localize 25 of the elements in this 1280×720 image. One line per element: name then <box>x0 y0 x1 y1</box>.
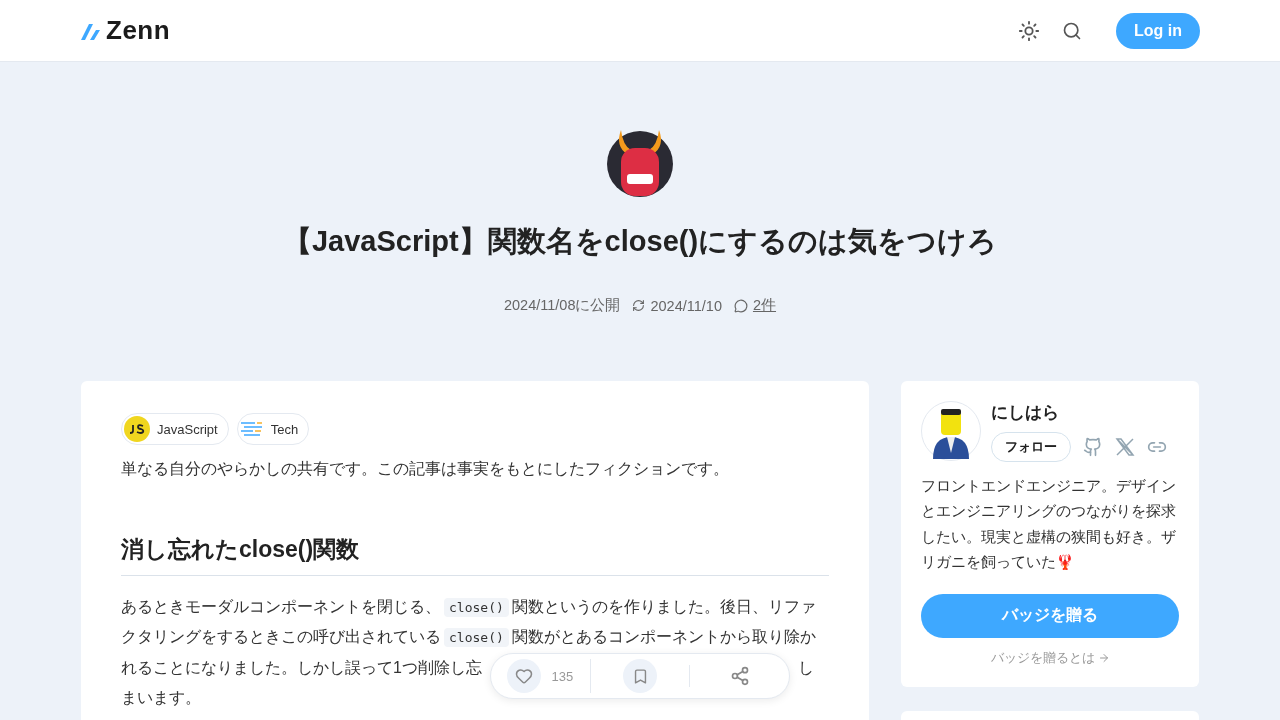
tech-icon <box>239 421 264 437</box>
arrow-right-icon <box>1097 652 1110 664</box>
search-button[interactable] <box>1062 20 1082 41</box>
js-icon <box>124 416 150 442</box>
published-date: 2024/11/08に公開 <box>503 296 621 315</box>
like-count: 135 <box>551 668 574 684</box>
comment-icon <box>733 298 748 313</box>
article-title: 【JavaScript】関数名をclose()にするのは気をつけろ <box>282 224 998 259</box>
bookmark-button[interactable] <box>623 659 657 693</box>
intro-text: 単なる自分のやらかしの共有です。この記事は事実をもとにしたフィクションです。 <box>121 459 730 479</box>
github-icon[interactable] <box>1083 437 1103 457</box>
updated-icon <box>632 299 646 312</box>
badge-info-link[interactable]: バッジを贈るとは <box>921 649 1179 667</box>
follow-button[interactable]: フォロー <box>991 432 1071 462</box>
author-bio: フロントエンドエンジニア。デザインとエンジニアリングのつながりを探求したい。現実と虚構の狭間も好き。ザリガニを飼っていた🦞 <box>921 477 1177 573</box>
comments-link[interactable]: 2件 <box>752 296 777 315</box>
author-name: にしはら <box>991 402 1060 424</box>
logo-text: Zenn <box>106 15 171 46</box>
updated-date: 2024/11/10 <box>650 297 722 314</box>
logo-icon <box>80 21 102 40</box>
heart-icon <box>515 667 534 685</box>
x-icon[interactable] <box>1115 437 1135 457</box>
theme-toggle-button[interactable] <box>1018 19 1040 42</box>
section-heading: 消し忘れたclose()関数 <box>121 533 829 576</box>
like-button[interactable] <box>507 659 542 693</box>
